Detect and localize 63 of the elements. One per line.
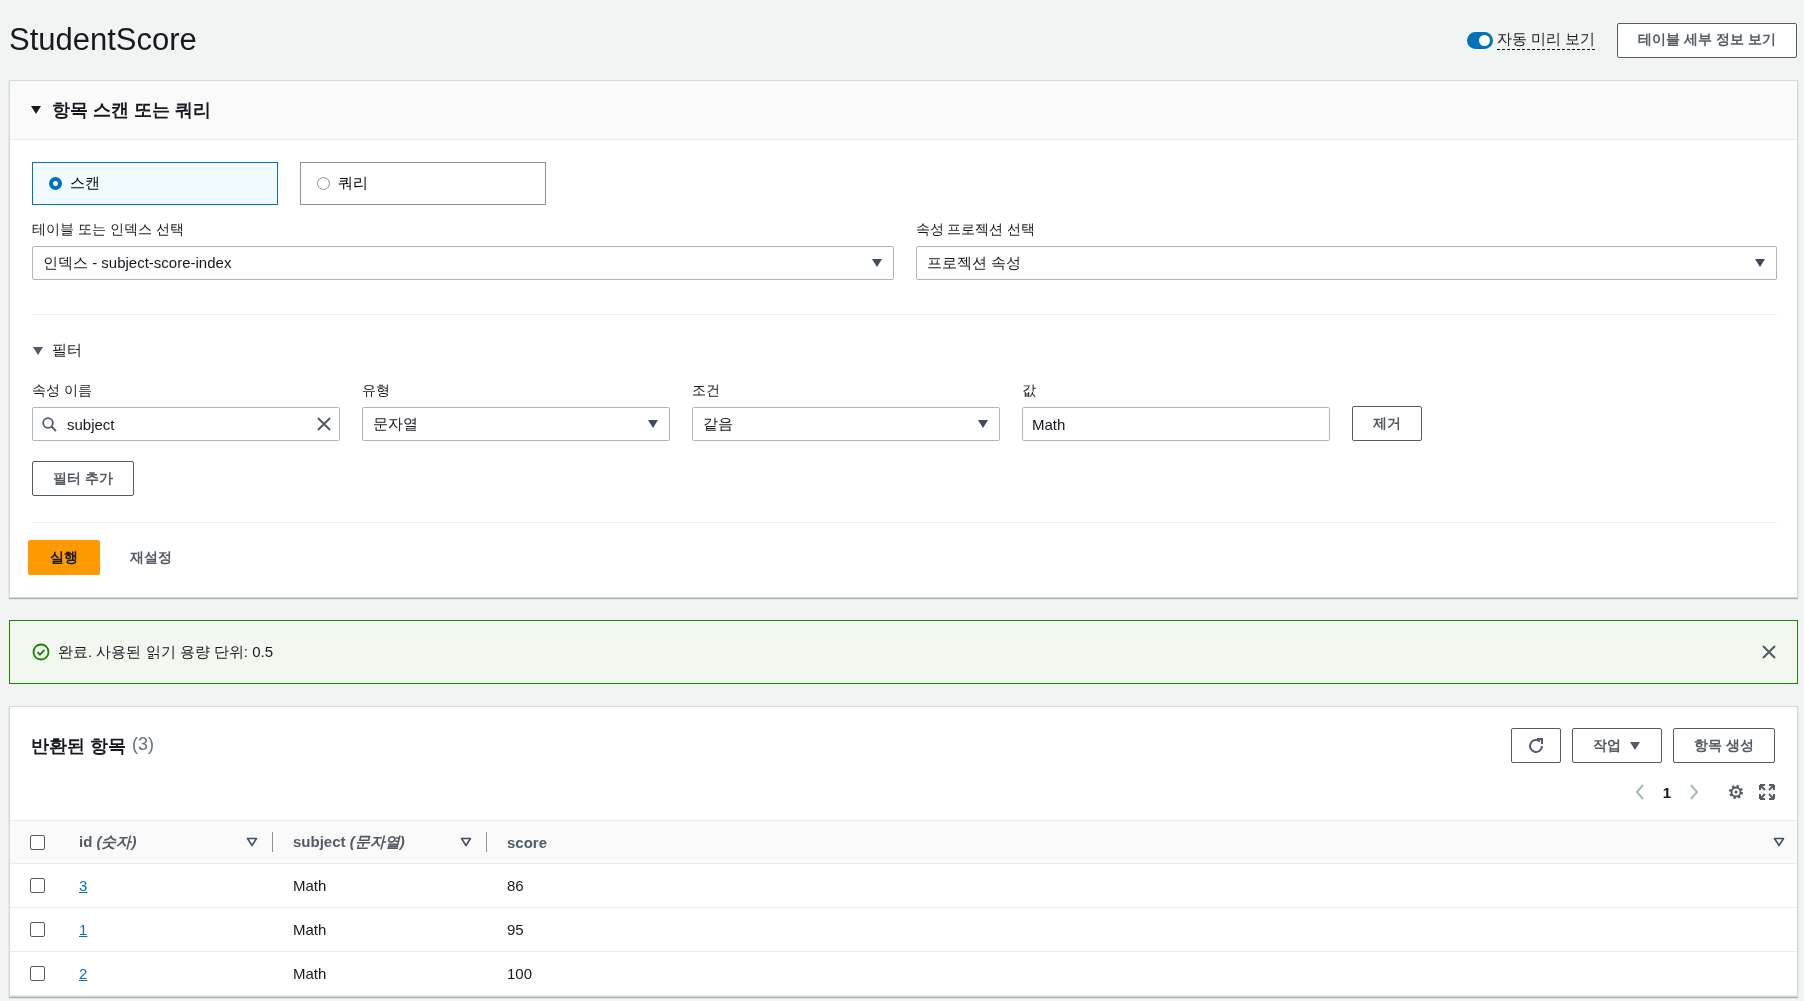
select-field[interactable]: 프로젝션 속성 <box>915 246 1777 280</box>
toggle-label: 자동 미리 보기 <box>1497 30 1596 50</box>
column-header[interactable]: id (숫자) <box>79 832 137 852</box>
table-cell: Math <box>293 877 327 894</box>
field-label: 값 <box>1022 382 1037 400</box>
field-label: 속성 프로젝션 선택 <box>915 221 1037 239</box>
caret-icon[interactable] <box>30 105 42 115</box>
toggle-switch[interactable] <box>1467 31 1493 49</box>
results-title: 반환된 항목 <box>31 734 126 758</box>
run-button[interactable]: 실행 <box>28 540 100 575</box>
check-circle-icon <box>32 643 50 661</box>
caret-icon <box>870 258 883 268</box>
radio-option[interactable]: 쿼리 <box>300 162 546 205</box>
item-link[interactable]: 3 <box>79 877 88 894</box>
caret-icon <box>1629 740 1642 751</box>
close-button[interactable] <box>1761 644 1777 660</box>
fullscreen-icon[interactable] <box>1759 784 1775 800</box>
select-field[interactable]: 같음 <box>692 407 1000 441</box>
caret-icon[interactable] <box>32 345 44 356</box>
create-item-button[interactable]: 항목 생성 <box>1673 728 1775 763</box>
reset-button[interactable]: 재설정 <box>120 548 182 567</box>
table-cell: Math <box>293 965 327 982</box>
caret-icon <box>1754 258 1766 268</box>
sort-icon[interactable] <box>1773 837 1785 847</box>
field-label: 유형 <box>362 382 391 400</box>
search-field[interactable]: subject <box>32 407 340 441</box>
refresh-icon <box>1527 736 1546 755</box>
add-filter-button[interactable]: 필터 추가 <box>32 461 134 496</box>
column-header[interactable]: score <box>507 833 548 851</box>
select-field[interactable]: 인덱스 - subject-score-index <box>32 246 894 280</box>
row-checkbox[interactable] <box>30 878 45 893</box>
field-label: 테이블 또는 인덱스 선택 <box>32 221 185 239</box>
field-label: 조건 <box>692 382 721 400</box>
select-all-checkbox[interactable] <box>30 834 45 850</box>
sort-icon[interactable] <box>460 837 472 847</box>
page-number[interactable]: 1 <box>1662 783 1671 801</box>
select-field[interactable]: 문자열 <box>362 407 670 441</box>
table-cell: Math <box>293 921 327 938</box>
actions-button[interactable]: 작업 <box>1572 728 1663 763</box>
banner-message: 완료. 사용된 읽기 용량 단위: 0.5 <box>58 642 275 662</box>
caret-icon <box>647 419 659 429</box>
refresh-button[interactable] <box>1511 728 1562 763</box>
row-checkbox[interactable] <box>30 966 45 981</box>
section-title: 필터 <box>52 341 82 360</box>
radio-option[interactable]: 스캔 <box>32 162 278 205</box>
clear-icon[interactable] <box>317 417 331 431</box>
settings-icon[interactable] <box>1727 783 1745 801</box>
item-count: (3) <box>132 733 154 756</box>
table-cell: 86 <box>507 877 524 894</box>
sort-icon[interactable] <box>246 837 258 847</box>
remove-button[interactable]: 제거 <box>1352 406 1422 441</box>
item-link[interactable]: 1 <box>79 921 88 938</box>
details-button[interactable]: 테이블 세부 정보 보기 <box>1617 22 1797 58</box>
row-checkbox[interactable] <box>30 922 45 937</box>
table-cell: 100 <box>507 965 533 982</box>
panel-title: 항목 스캔 또는 쿼리 <box>52 99 211 122</box>
input-field[interactable]: Math <box>1022 407 1330 441</box>
item-link[interactable]: 2 <box>79 965 88 982</box>
field-label: 속성 이름 <box>32 382 93 400</box>
caret-icon <box>977 419 989 429</box>
page-title: StudentScore <box>9 22 198 58</box>
table-cell: 95 <box>507 921 524 938</box>
search-icon <box>42 416 57 432</box>
